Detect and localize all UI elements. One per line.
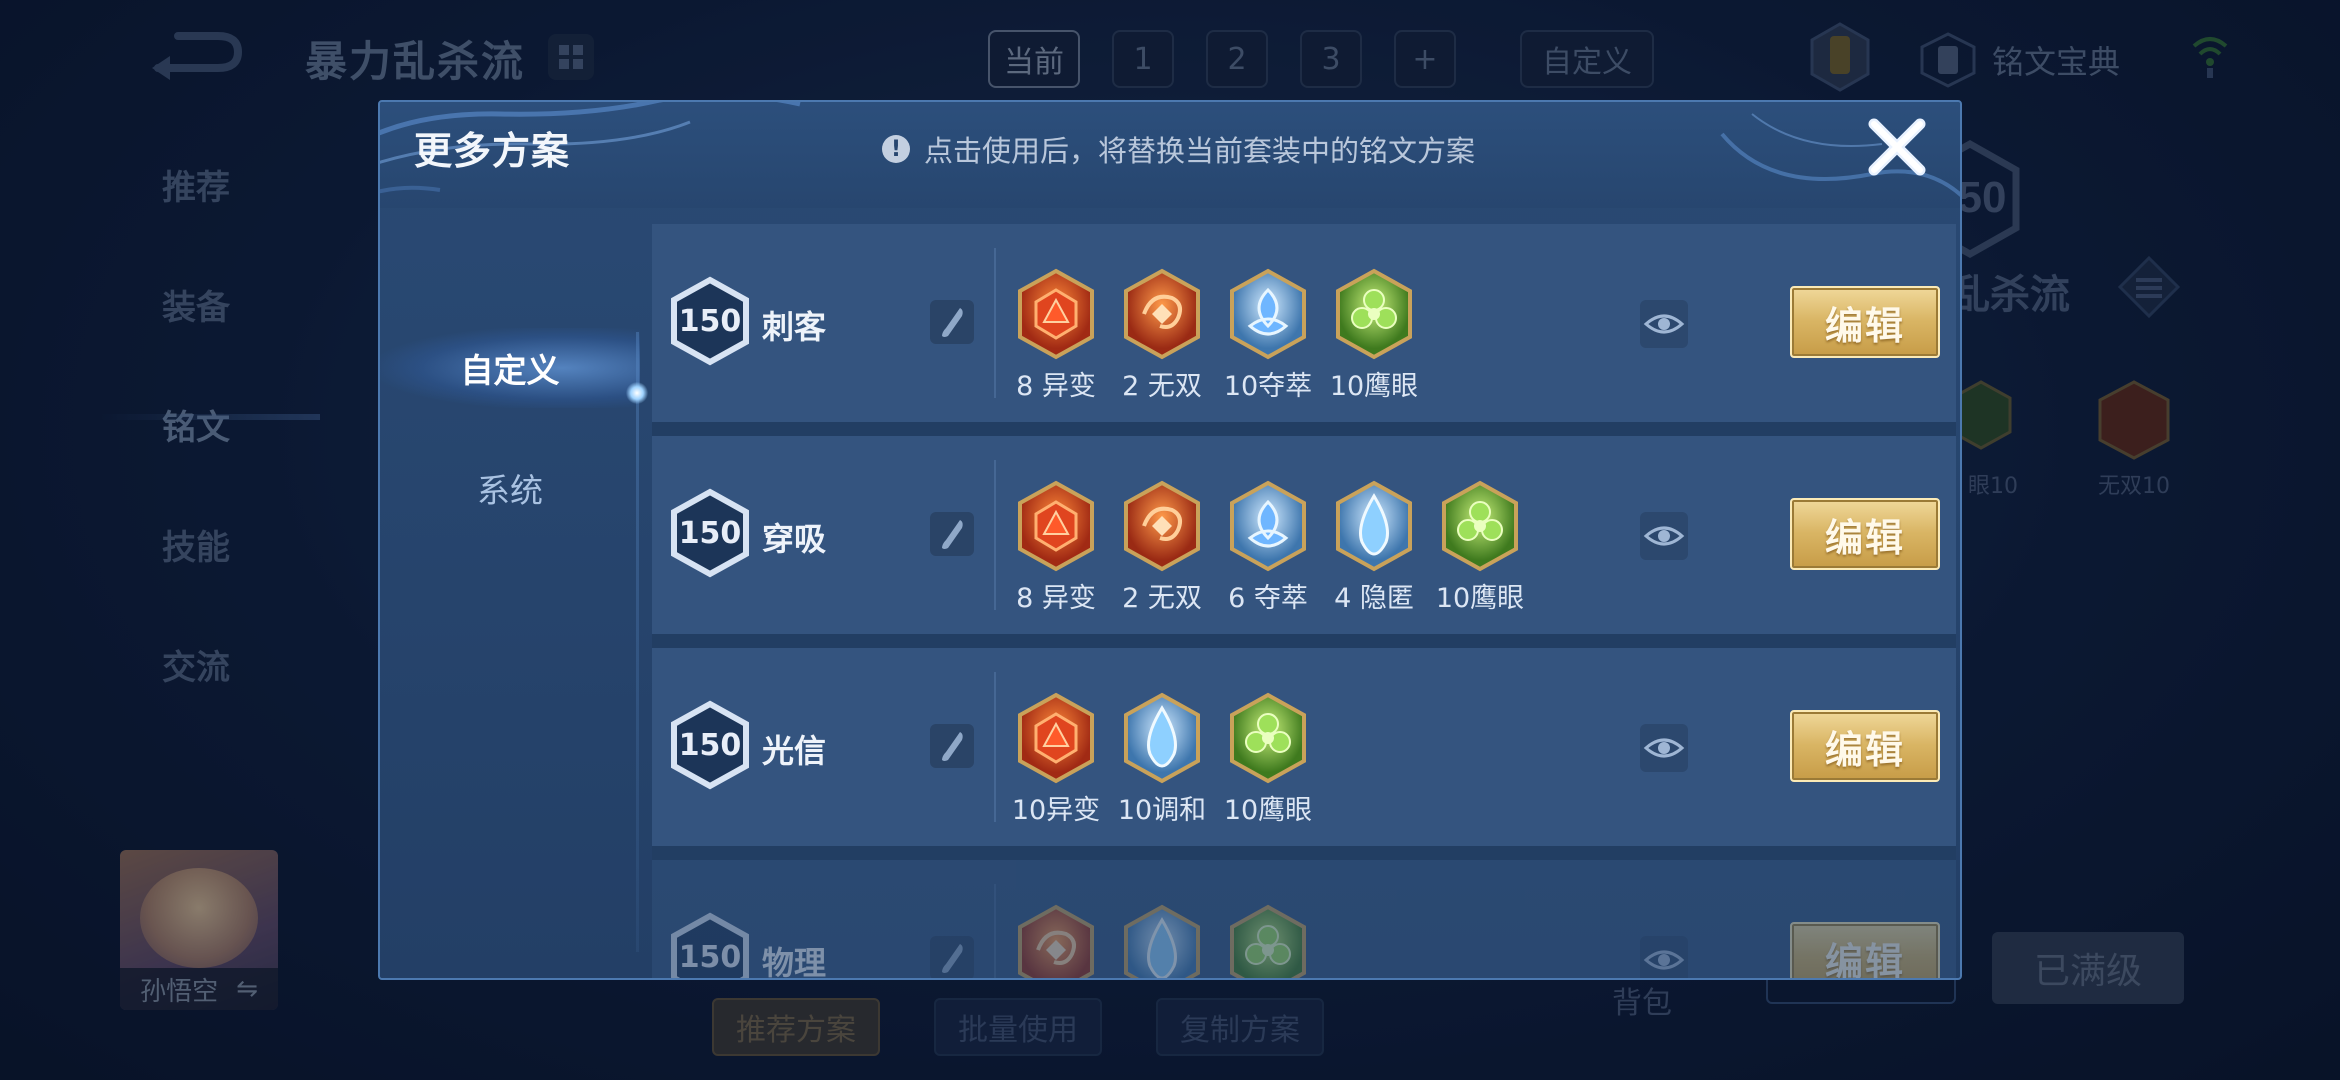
edit-button[interactable]: 编辑 (1790, 710, 1940, 782)
inscription-gem[interactable]: 10鹰眼 (1224, 692, 1312, 827)
more-plans-modal: 更多方案 ! 点击使用后，将替换当前套装中的铭文方案 自定义 系统 150 刺客 (378, 100, 1962, 980)
green-clover-gem-icon (1230, 692, 1306, 784)
modal-title: 更多方案 (414, 129, 571, 173)
gem-label: 4 隐匿 (1334, 583, 1414, 614)
inscription-gems: 10异变 10调和 10鹰眼 (1012, 692, 1312, 827)
row-divider (994, 460, 996, 610)
red-hex-gem-icon (1018, 268, 1094, 360)
inscription-gems: 8 异变 2 无双 10夺萃 10鹰眼 (1016, 268, 1418, 403)
pen-icon (942, 308, 963, 337)
pen-icon (942, 944, 963, 973)
plan-separator (652, 846, 1956, 860)
edit-button[interactable]: 编辑 (1790, 498, 1940, 570)
red-swirl-gem-icon (1124, 480, 1200, 572)
green-clover-gem-icon (1442, 480, 1518, 572)
blue-knot-gem-icon (1230, 268, 1306, 360)
row-divider (994, 248, 996, 398)
preview-button[interactable] (1640, 936, 1688, 978)
gem-label: 10调和 (1117, 795, 1207, 826)
gem-label: 10鹰眼 (1329, 371, 1419, 402)
plan-name: 光信 (762, 732, 827, 770)
inscription-gem[interactable]: 10鹰眼 (1436, 480, 1524, 615)
eye-icon (1643, 314, 1685, 334)
inscription-gem[interactable]: 8 异变 (1016, 268, 1096, 403)
info-icon: ! (882, 135, 910, 163)
plan-row[interactable]: 150 光信 10异变 10调和 10鹰眼 编辑 (652, 648, 1956, 846)
plan-level: 150 (678, 515, 742, 551)
plan-list[interactable]: 150 刺客 8 异变 2 无双 10夺萃 10鹰眼 编辑 150 穿吸 8 异… (652, 208, 1960, 980)
close-icon[interactable] (1864, 114, 1930, 180)
preview-button[interactable] (1640, 512, 1688, 560)
inscription-gem[interactable]: 8 异变 (1016, 480, 1096, 615)
inscription-gem[interactable]: 6 夺萃 (1228, 480, 1308, 615)
gem-label: 8 异变 (1016, 371, 1096, 402)
gem-label: 10夺萃 (1223, 371, 1313, 402)
inscription-gem[interactable]: 2 无双 (1122, 268, 1202, 403)
rename-button[interactable] (930, 724, 974, 768)
red-swirl-gem-icon (1124, 268, 1200, 360)
blue-knot-gem-icon (1230, 480, 1306, 572)
gem-label: 10鹰眼 (1223, 795, 1313, 826)
rename-button[interactable] (930, 512, 974, 556)
plan-name: 穿吸 (762, 520, 827, 558)
plan-separator (652, 422, 1956, 436)
blue-drop-gem-icon (1336, 480, 1412, 572)
inscription-gem[interactable]: 10异变 (1012, 692, 1100, 827)
rename-button[interactable] (930, 300, 974, 344)
inscription-gem[interactable] (1228, 904, 1308, 978)
inscription-gem[interactable]: 10鹰眼 (1330, 268, 1418, 403)
eye-icon (1643, 950, 1685, 970)
green-clover-gem-icon (1336, 268, 1412, 360)
plan-row[interactable]: 150 刺客 8 异变 2 无双 10夺萃 10鹰眼 编辑 (652, 224, 1956, 422)
preview-button[interactable] (1640, 724, 1688, 772)
modal-header: 更多方案 ! 点击使用后，将替换当前套装中的铭文方案 (380, 102, 1960, 208)
eye-icon (1643, 526, 1685, 546)
gem-label: 10鹰眼 (1435, 583, 1525, 614)
plan-name: 刺客 (762, 308, 827, 346)
modal-notice: ! 点击使用后，将替换当前套装中的铭文方案 (882, 128, 1475, 170)
rename-button[interactable] (930, 936, 974, 978)
notice-text: 点击使用后，将替换当前套装中的铭文方案 (924, 134, 1476, 168)
edit-button[interactable]: 编辑 (1790, 286, 1940, 358)
active-tab-indicator (626, 382, 648, 404)
plan-level: 150 (678, 303, 742, 339)
side-divider (636, 332, 639, 952)
plan-separator (652, 634, 1956, 648)
pen-icon (942, 732, 963, 761)
red-hex-gem-icon (1018, 692, 1094, 784)
red-swirl-gem-icon (1018, 904, 1094, 978)
gem-label: 2 无双 (1122, 371, 1202, 402)
inscription-gem[interactable] (1016, 904, 1096, 978)
inscription-gem[interactable]: 4 隐匿 (1334, 480, 1414, 615)
inscription-gem[interactable]: 2 无双 (1122, 480, 1202, 615)
tab-system-plans[interactable]: 系统 (380, 448, 640, 528)
green-clover-gem-icon (1230, 904, 1306, 978)
plan-row[interactable]: 150 穿吸 8 异变 2 无双 6 夺萃 4 隐匿 10鹰眼 编辑 (652, 436, 1956, 634)
preview-button[interactable] (1640, 300, 1688, 348)
blue-drop-gem-icon (1124, 904, 1200, 978)
tab-custom-plans[interactable]: 自定义 (380, 328, 640, 408)
inscription-gem[interactable] (1122, 904, 1202, 978)
pen-icon (942, 520, 963, 549)
inscription-gems: 8 异变 2 无双 6 夺萃 4 隐匿 10鹰眼 (1016, 480, 1524, 615)
plan-level: 150 (678, 939, 742, 975)
gem-label: 8 异变 (1016, 583, 1096, 614)
plan-level: 150 (678, 727, 742, 763)
modal-side-tabs: 自定义 系统 (380, 208, 648, 978)
inscription-gems (1016, 904, 1308, 978)
row-divider (994, 672, 996, 822)
gem-label: 10异变 (1011, 795, 1101, 826)
eye-icon (1643, 738, 1685, 758)
inscription-gem[interactable]: 10调和 (1118, 692, 1206, 827)
plan-name: 物理 (762, 944, 827, 980)
red-hex-gem-icon (1018, 480, 1094, 572)
row-divider (994, 884, 996, 978)
gem-label: 2 无双 (1122, 583, 1202, 614)
inscription-gem[interactable]: 10夺萃 (1224, 268, 1312, 403)
gem-label: 6 夺萃 (1228, 583, 1308, 614)
edit-button[interactable]: 编辑 (1790, 922, 1940, 978)
plan-row[interactable]: 150 物理 编辑 (652, 860, 1956, 980)
blue-drop-gem-icon (1124, 692, 1200, 784)
